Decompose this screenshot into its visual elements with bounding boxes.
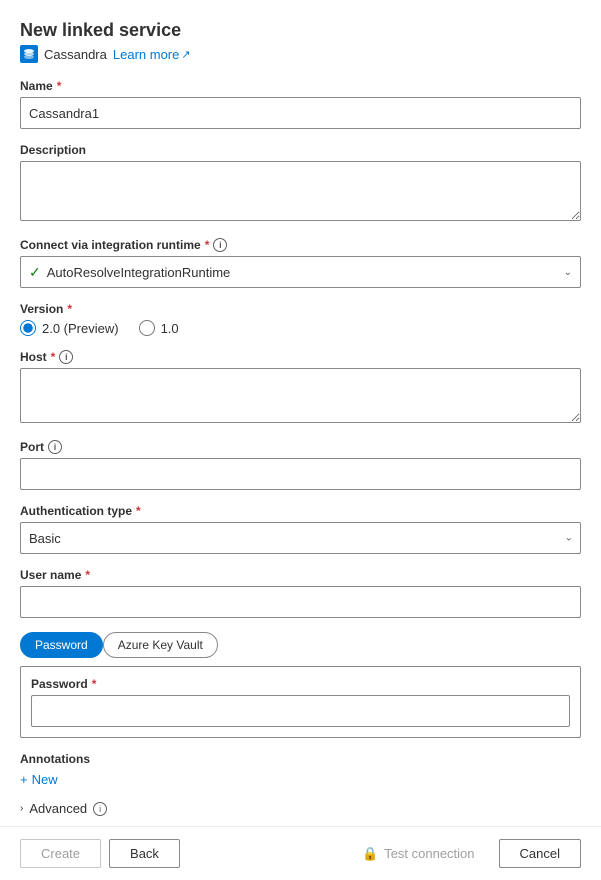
host-info-icon[interactable]: i [59,350,73,364]
name-label-text: Name [20,79,53,93]
integration-runtime-wrapper: ✓ AutoResolveIntegrationRuntime ⌄ [20,256,581,288]
page-title: New linked service [20,20,581,41]
port-label-text: Port [20,440,44,454]
version-field-group: Version * 2.0 (Preview) 1.0 [20,302,581,336]
connect-info-icon[interactable]: i [213,238,227,252]
name-field-group: Name * [20,79,581,129]
integration-runtime-field-group: Connect via integration runtime * i ✓ Au… [20,238,581,288]
version-options-row: 2.0 (Preview) 1.0 [20,320,581,336]
username-required-star: * [85,568,90,582]
host-input[interactable] [20,368,581,423]
auth-type-required-star: * [136,504,141,518]
password-field-group: Password Azure Key Vault Password * [20,632,581,738]
service-name-text: Cassandra [44,47,107,62]
subtitle-row: Cassandra Learn more ↗ [20,45,581,63]
add-annotation-button[interactable]: + New [20,772,58,787]
version-label-text: Version [20,302,63,316]
description-field-group: Description [20,143,581,224]
cancel-button[interactable]: Cancel [499,839,581,868]
connect-label-text: Connect via integration runtime [20,238,201,252]
advanced-section[interactable]: › Advanced i [20,801,581,816]
host-required-star: * [51,350,56,364]
ir-chevron-icon: ⌄ [564,267,572,278]
advanced-chevron-icon: › [20,803,23,814]
password-tabs: Password Azure Key Vault [20,632,581,658]
create-button[interactable]: Create [20,839,101,868]
description-label-text: Description [20,143,86,157]
auth-type-select[interactable]: Basic Anonymous [20,522,581,554]
password-tab-button[interactable]: Password [20,632,103,658]
add-annotation-label: New [32,772,58,787]
check-icon: ✓ [29,264,41,281]
password-label-text: Password [31,677,88,691]
connect-required-star: * [205,238,210,252]
annotations-label: Annotations [20,752,581,766]
host-label: Host * i [20,350,581,364]
advanced-info-icon[interactable]: i [93,802,107,816]
plus-icon: + [20,772,28,787]
footer: Create Back 🔒 Test connection Cancel [0,826,601,880]
name-required-star: * [57,79,62,93]
version-required-star: * [67,302,72,316]
advanced-label: Advanced [29,801,87,816]
version-10-radio[interactable] [139,320,155,336]
auth-type-label: Authentication type * [20,504,581,518]
name-input[interactable] [20,97,581,129]
auth-type-field-group: Authentication type * Basic Anonymous ⌄ [20,504,581,554]
version-label: Version * [20,302,581,316]
version-20-radio[interactable] [20,320,36,336]
username-label-text: User name [20,568,81,582]
ir-value-text: AutoResolveIntegrationRuntime [47,265,564,280]
host-field-group: Host * i [20,350,581,426]
lock-icon: 🔒 [362,846,378,862]
version-10-label: 1.0 [161,321,179,336]
password-input[interactable] [31,695,570,727]
version-20-option[interactable]: 2.0 (Preview) [20,320,119,336]
name-label: Name * [20,79,581,93]
auth-type-label-text: Authentication type [20,504,132,518]
version-20-label: 2.0 (Preview) [42,321,119,336]
test-connection-label: Test connection [384,846,474,861]
external-link-icon: ↗ [181,48,190,61]
port-label: Port i [20,440,581,454]
host-label-text: Host [20,350,47,364]
password-required-star: * [92,677,97,691]
port-info-icon[interactable]: i [48,440,62,454]
version-10-option[interactable]: 1.0 [139,320,179,336]
port-input[interactable] [20,458,581,490]
port-field-group: Port i [20,440,581,490]
test-connection-button[interactable]: 🔒 Test connection [346,840,491,868]
azure-key-vault-tab-button[interactable]: Azure Key Vault [103,632,218,658]
password-inner-label: Password * [31,677,570,691]
integration-runtime-select[interactable]: ✓ AutoResolveIntegrationRuntime ⌄ [20,256,581,288]
username-label: User name * [20,568,581,582]
username-field-group: User name * [20,568,581,618]
annotations-section: Annotations + New [20,752,581,787]
learn-more-link[interactable]: Learn more ↗ [113,47,191,62]
username-input[interactable] [20,586,581,618]
password-box: Password * [20,666,581,738]
learn-more-text: Learn more [113,47,179,62]
auth-type-wrapper: Basic Anonymous ⌄ [20,522,581,554]
cassandra-icon [20,45,38,63]
connect-label: Connect via integration runtime * i [20,238,581,252]
back-button[interactable]: Back [109,839,180,868]
description-label: Description [20,143,581,157]
description-input[interactable] [20,161,581,221]
